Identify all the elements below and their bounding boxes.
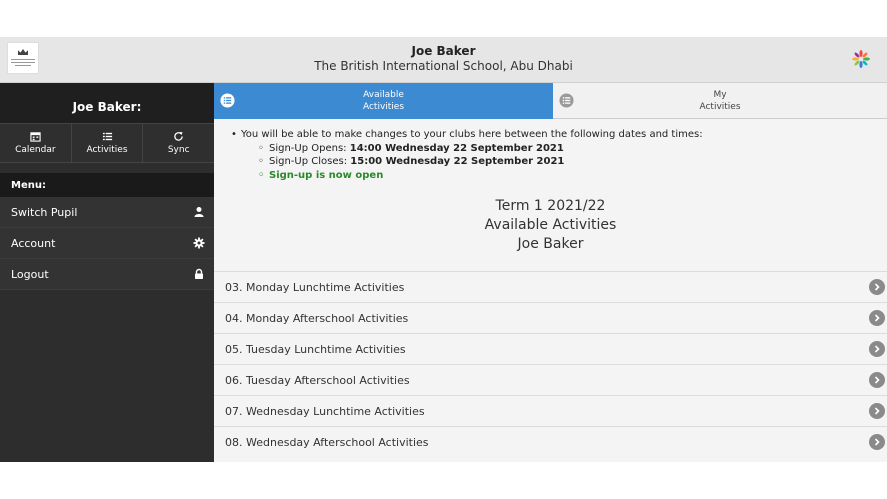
sidebar-item-switch-pupil[interactable]: Switch Pupil [0, 197, 214, 228]
signup-closes: Sign-Up Closes: 15:00 Wednesday 22 Septe… [241, 155, 703, 169]
tab-label-line1: My [713, 89, 727, 100]
chevron-right-icon [869, 372, 885, 388]
sidebar-item-account[interactable]: Account [0, 228, 214, 259]
user-icon [194, 207, 204, 217]
sync-label: Sync [167, 145, 190, 155]
calendar-icon [30, 132, 41, 142]
app-header: Joe Baker The British International Scho… [0, 37, 887, 83]
list-icon [559, 93, 574, 108]
header-user-name: Joe Baker [411, 44, 476, 58]
tab-label-line2: Activities [699, 101, 741, 112]
gear-icon [193, 237, 205, 249]
section-title: Available Activities [484, 217, 617, 233]
sidebar-user-label: Joe Baker: [0, 83, 214, 123]
activity-label: 06. Tuesday Afterschool Activities [225, 373, 410, 387]
page-title: Term 1 2021/22 Available Activities Joe … [214, 197, 887, 254]
app-window: Joe Baker The British International Scho… [0, 37, 887, 462]
menu-header: Menu: [0, 173, 214, 197]
sidebar: Joe Baker: Calendar Activities Sync Menu… [0, 83, 214, 462]
sync-button[interactable]: Sync [143, 124, 214, 162]
list-item[interactable]: 07. Wednesday Lunchtime Activities [214, 395, 887, 426]
list-icon [220, 93, 235, 108]
list-item[interactable]: 06. Tuesday Afterschool Activities [214, 364, 887, 395]
signup-opens: Sign-Up Opens: 14:00 Wednesday 22 Septem… [241, 142, 703, 156]
pupil-name: Joe Baker [517, 236, 584, 252]
activity-label: 05. Tuesday Lunchtime Activities [225, 342, 406, 356]
tab-available-activities[interactable]: Available Activities [214, 83, 553, 119]
activity-label: 03. Monday Lunchtime Activities [225, 280, 405, 294]
list-item[interactable]: 04. Monday Afterschool Activities [214, 302, 887, 333]
signup-intro: You will be able to make changes to your… [231, 128, 703, 142]
tab-label-line2: Activities [362, 102, 405, 112]
chevron-right-icon [869, 279, 885, 295]
sidebar-item-label: Account [11, 236, 56, 250]
lock-icon [195, 268, 203, 279]
main-content: You will be able to make changes to your… [214, 119, 887, 462]
sidebar-toolbar: Calendar Activities Sync [0, 123, 214, 163]
chevron-right-icon [869, 403, 885, 419]
activity-tabs: Available Activities My Activities [214, 83, 887, 119]
activity-label: 08. Wednesday Afterschool Activities [225, 435, 429, 449]
sidebar-item-label: Logout [11, 267, 49, 281]
list-item[interactable]: 05. Tuesday Lunchtime Activities [214, 333, 887, 364]
activity-label: 07. Wednesday Lunchtime Activities [225, 404, 425, 418]
header-school-name: The British International School, Abu Dh… [314, 59, 573, 73]
signup-status: Sign-up is now open [241, 169, 703, 183]
activities-label: Activities [86, 145, 128, 155]
chevron-right-icon [869, 434, 885, 450]
term-title: Term 1 2021/22 [495, 198, 606, 214]
app-logo-icon [852, 50, 870, 68]
tab-my-activities[interactable]: My Activities [553, 83, 887, 119]
signup-info: You will be able to make changes to your… [231, 128, 703, 183]
list-item[interactable]: 08. Wednesday Afterschool Activities [214, 426, 887, 457]
sidebar-item-label: Switch Pupil [11, 205, 78, 219]
list-icon [102, 132, 112, 141]
activity-label: 04. Monday Afterschool Activities [225, 311, 409, 325]
tab-label-line1: Available [363, 90, 404, 100]
activities-button[interactable]: Activities [72, 124, 144, 162]
chevron-right-icon [869, 341, 885, 357]
list-item[interactable]: 03. Monday Lunchtime Activities [214, 271, 887, 302]
calendar-button[interactable]: Calendar [0, 124, 72, 162]
sidebar-item-logout[interactable]: Logout [0, 259, 214, 290]
calendar-label: Calendar [15, 145, 56, 155]
sync-icon [174, 131, 183, 141]
chevron-right-icon [869, 310, 885, 326]
activity-list: 03. Monday Lunchtime Activities 04. Mond… [214, 271, 887, 457]
